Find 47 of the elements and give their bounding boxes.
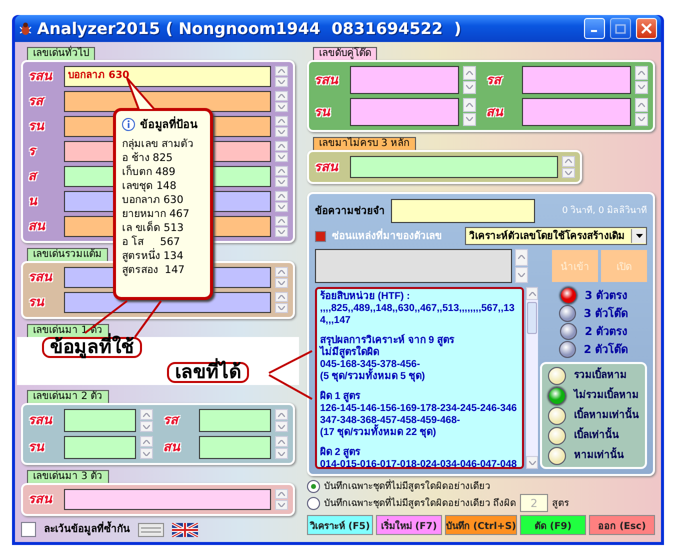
window-title: Analyzer2015 ( Nongnoom1944 0831694522 ): [37, 19, 462, 38]
checkbox-label: ละเว้นข้อมูลที่ซ้ำกัน: [44, 523, 130, 536]
checkbox-label: ซ่อนแหล่งที่มาของตัวเลข: [332, 230, 442, 242]
option-label: 3 ตัวโต๊ด: [584, 307, 628, 320]
option-label: เบิ้ลเท่านั้น: [574, 429, 619, 442]
unit-label: สูตร: [552, 496, 570, 510]
field-label: รสน: [28, 414, 54, 427]
field-label: รน: [314, 106, 332, 118]
option-label: หามเท่านั้น: [574, 449, 624, 462]
field-label: รสน: [314, 74, 340, 86]
field-label: รน: [28, 441, 46, 454]
field-label: รสน: [314, 160, 340, 174]
field-label: รสน: [28, 493, 54, 506]
tooltip-line: เลขชุด 148: [122, 180, 178, 193]
memo-label: ข้อความช่วยจำ: [315, 204, 385, 218]
field-label: รสน: [28, 70, 54, 83]
radio-label: บันทึกเฉพาะชุดที่ไม่มีสูตรใดผิดอย่างเดียว ถึงผิด: [324, 496, 516, 510]
tooltip-line: บอกลาภ 630: [122, 194, 184, 207]
option-label: 2 ตัวตรง: [584, 325, 628, 338]
option-label: รวมเบิ้ลหาม: [574, 369, 627, 382]
option-label: เบิ้ลหามเท่านั้น: [574, 409, 639, 422]
field-label: สน: [163, 441, 182, 454]
field-label: สน: [28, 220, 46, 233]
field-label: สน: [486, 106, 504, 118]
tooltip-line: เล ขเด็ด 513: [122, 222, 185, 235]
field-label: รส: [28, 95, 46, 108]
tooltip-title: ข้อมูลที่ป้อน: [140, 115, 198, 133]
field-label: รสน: [28, 271, 54, 284]
option-label: 3 ตัวตรง: [584, 289, 628, 302]
radio-label: บันทึกเฉพาะชุดที่ไม่มีสูตรใดผิดอย่างเดียว: [324, 480, 490, 493]
tooltip-line: อ ช้าง 825: [122, 152, 174, 164]
field-label: น: [28, 195, 38, 208]
tooltip-line: ยายหมาก 467: [122, 208, 190, 220]
timing-text: 0 วินาที, 0 มิลลิวินาที: [562, 204, 647, 218]
field-label: ส: [28, 170, 39, 183]
tooltip-line: สูตรหนึ่ง 134: [122, 250, 184, 263]
field-label: รส: [486, 74, 504, 86]
tooltip-line: เก็บตก 489: [122, 166, 176, 179]
field-label: ร: [28, 145, 38, 158]
option-label: ไม่รวมเบิ้ลหาม: [574, 389, 639, 402]
field-label: รน: [28, 120, 46, 133]
tooltip-line: สูตรสอง 147: [122, 264, 186, 277]
field-label: รน: [28, 296, 46, 309]
option-label: 2 ตัวโต๊ด: [584, 343, 628, 356]
tooltip-line: กลุ่มเลข สามตัว: [122, 138, 194, 151]
tooltip-line: อ โส 567: [122, 236, 182, 248]
field-label: รส: [163, 414, 181, 427]
